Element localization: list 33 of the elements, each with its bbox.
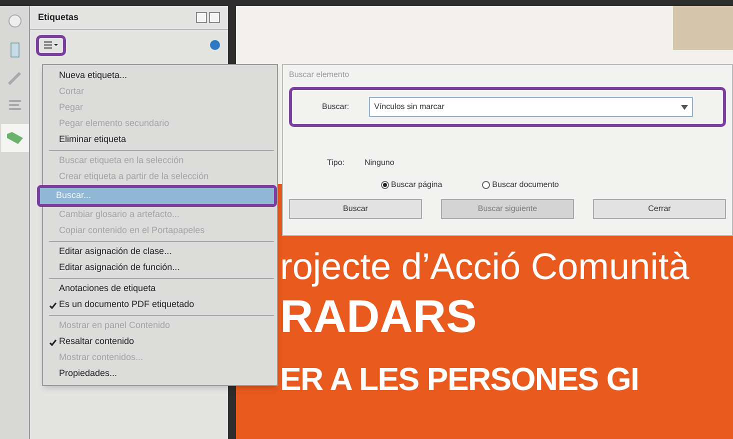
search-label: Buscar: bbox=[322, 101, 350, 113]
heading-text: rojecte d’Acció Comunità bbox=[280, 248, 690, 285]
pen-icon[interactable] bbox=[6, 70, 22, 86]
text-lines-icon[interactable] bbox=[6, 98, 22, 112]
checkmark-icon bbox=[49, 338, 57, 346]
menu-item[interactable]: Resaltar contenido bbox=[43, 334, 274, 350]
type-label: Tipo: bbox=[327, 157, 344, 169]
dropdown-caret-icon bbox=[681, 104, 688, 110]
menu-item[interactable]: Propiedades... bbox=[43, 366, 274, 382]
menu-item[interactable]: Editar asignación de función... bbox=[43, 260, 274, 276]
menu-item[interactable]: Eliminar etiqueta bbox=[43, 132, 274, 148]
menu-item[interactable]: Nueva etiqueta... bbox=[43, 68, 274, 84]
photo-placeholder bbox=[673, 6, 733, 50]
panel-title: Etiquetas bbox=[38, 10, 79, 24]
tag-tab[interactable] bbox=[0, 124, 28, 152]
dialog-button[interactable]: Cerrar bbox=[593, 199, 726, 219]
dialog-title: Buscar elemento bbox=[289, 69, 350, 81]
page-icon[interactable] bbox=[10, 42, 20, 58]
tag-icon bbox=[6, 131, 24, 145]
menu-item[interactable]: Es un documento PDF etiquetado bbox=[43, 297, 274, 313]
menu-item[interactable]: Anotaciones de etiqueta bbox=[43, 281, 274, 297]
list-menu-icon bbox=[43, 40, 59, 50]
menu-item[interactable]: Editar asignación de clase... bbox=[43, 244, 274, 260]
heading-text: RADARS bbox=[280, 293, 478, 339]
radio-option[interactable]: Buscar página bbox=[381, 179, 442, 191]
type-value: Ninguno bbox=[364, 157, 394, 169]
options-button[interactable] bbox=[36, 34, 66, 56]
heading-text: ER A LES PERSONES GI bbox=[280, 363, 640, 395]
search-dropdown[interactable]: Vínculos sin marcar bbox=[369, 97, 693, 117]
info-icon[interactable] bbox=[210, 40, 220, 50]
dialog-button[interactable]: Buscar bbox=[289, 199, 422, 219]
checkmark-icon bbox=[49, 302, 57, 308]
radio-option[interactable]: Buscar documento bbox=[482, 179, 559, 191]
